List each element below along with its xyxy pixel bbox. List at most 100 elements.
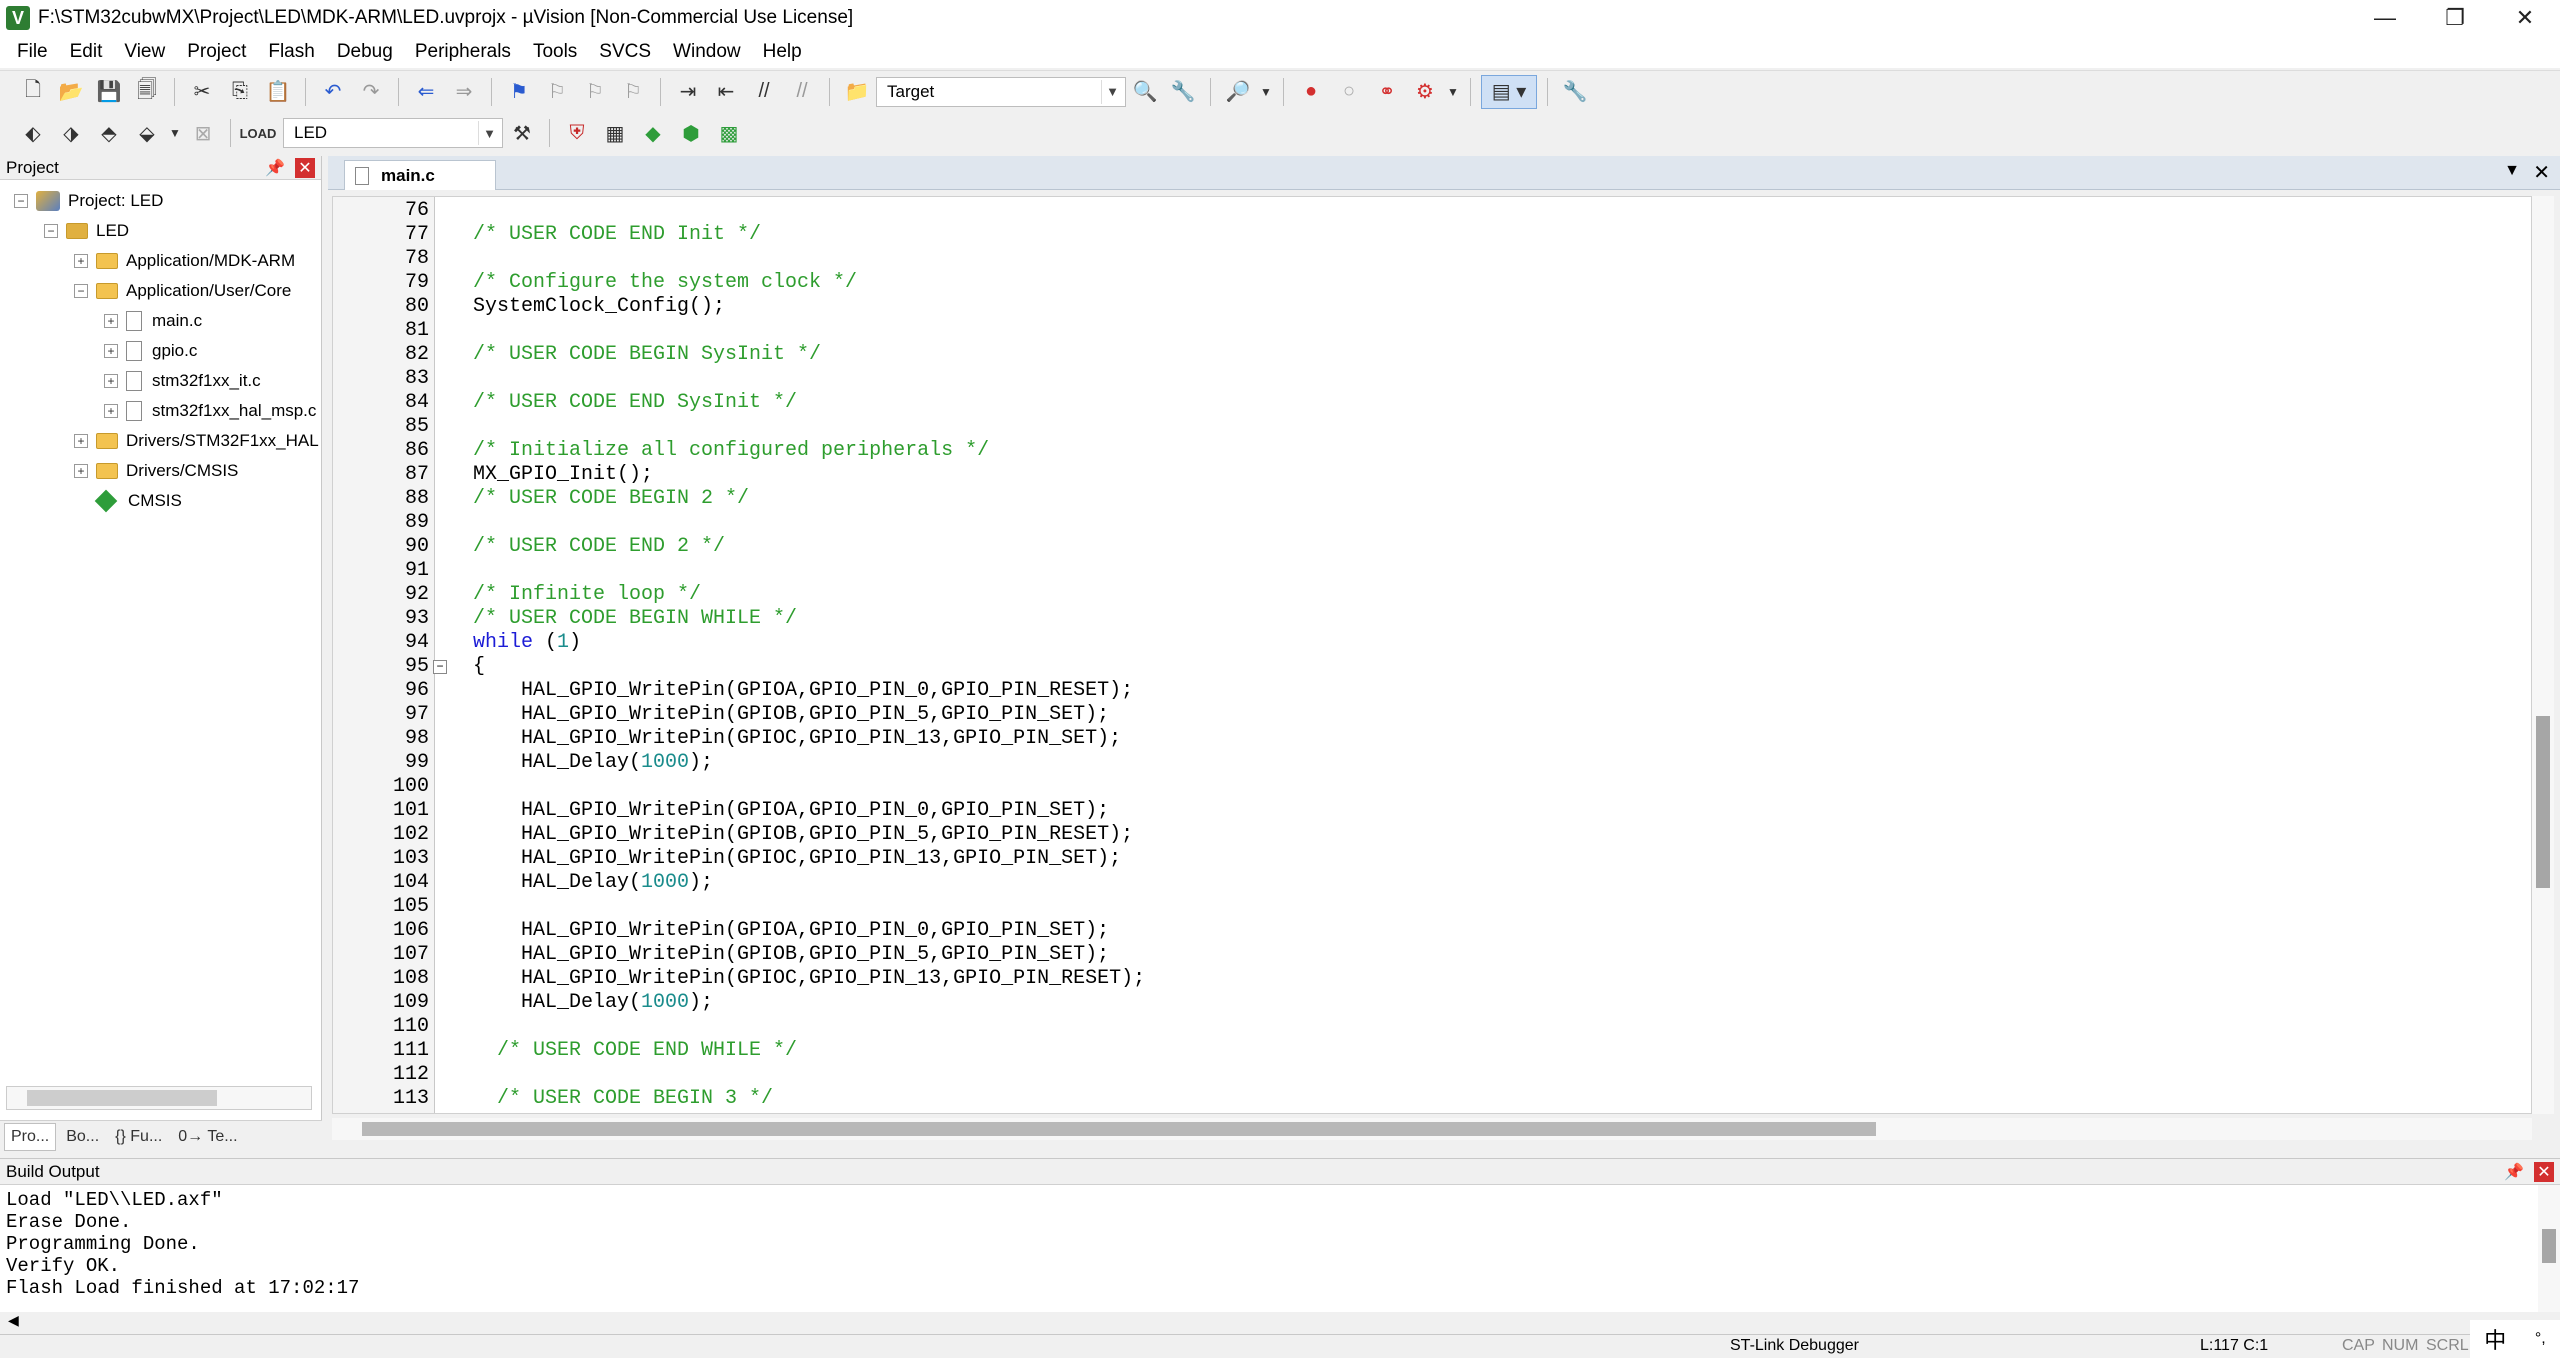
tree-item-file[interactable]: + stm32f1xx_it.c bbox=[104, 366, 261, 396]
translate-icon[interactable]: ⬖ bbox=[16, 116, 50, 150]
copy-icon[interactable]: ⎘ bbox=[223, 75, 257, 109]
code-line[interactable]: 104 HAL_Delay(1000); bbox=[333, 871, 2531, 895]
download-load-icon[interactable]: LOAD bbox=[240, 116, 277, 150]
code-line[interactable]: 87 MX_GPIO_Init(); bbox=[333, 463, 2531, 487]
ime-language[interactable]: 中 bbox=[2484, 1323, 2506, 1355]
menu-peripherals[interactable]: Peripherals bbox=[404, 41, 522, 63]
cut-icon[interactable]: ✂ bbox=[185, 75, 219, 109]
ime-indicator[interactable]: 中 °, bbox=[2470, 1320, 2560, 1358]
open-file-icon[interactable]: 📂 bbox=[54, 75, 88, 109]
scrollbar-thumb[interactable] bbox=[2542, 1229, 2556, 1263]
navigate-back-icon[interactable]: ⇐ bbox=[409, 75, 443, 109]
code-line[interactable]: 90 /* USER CODE END 2 */ bbox=[333, 535, 2531, 559]
minimize-button[interactable]: — bbox=[2350, 0, 2420, 36]
tree-item-file[interactable]: + main.c bbox=[104, 306, 202, 336]
comment-icon[interactable]: // bbox=[747, 75, 781, 109]
code-line[interactable]: 112 bbox=[333, 1063, 2531, 1087]
breakpoint-icon[interactable]: ● bbox=[1294, 75, 1328, 109]
editor-horizontal-scrollbar[interactable] bbox=[332, 1118, 2532, 1140]
menu-project[interactable]: Project bbox=[176, 41, 257, 63]
code-line[interactable]: 80 SystemClock_Config(); bbox=[333, 295, 2531, 319]
menu-file[interactable]: File bbox=[6, 41, 59, 63]
breakpoints-dropdown-icon[interactable]: ▼ bbox=[1446, 75, 1460, 109]
run-time-environment-icon[interactable]: ▩ bbox=[712, 116, 746, 150]
debug-session-icon[interactable]: 🔎 bbox=[1221, 75, 1255, 109]
menu-help[interactable]: Help bbox=[752, 41, 813, 63]
stop-build-icon[interactable]: ⊠ bbox=[186, 116, 220, 150]
tab-main-c[interactable]: main.c bbox=[344, 160, 496, 190]
batch-build-icon[interactable]: ⬙ bbox=[130, 116, 164, 150]
disable-breakpoint-icon[interactable]: ○ bbox=[1332, 75, 1366, 109]
new-file-icon[interactable]: 🗋 bbox=[16, 75, 50, 109]
menu-view[interactable]: View bbox=[113, 41, 176, 63]
pack-installer-icon[interactable]: ⬢ bbox=[674, 116, 708, 150]
menu-tools[interactable]: Tools bbox=[522, 41, 588, 63]
tab-list-dropdown-icon[interactable]: ▼ bbox=[2504, 162, 2520, 180]
tree-item-component[interactable]: CMSIS bbox=[94, 486, 182, 516]
kill-all-breakpoints-icon[interactable]: ⚙ bbox=[1408, 75, 1442, 109]
bookmark-icon[interactable]: ⚑ bbox=[502, 75, 536, 109]
find-icon[interactable]: 🔍 bbox=[1128, 75, 1162, 109]
incremental-find-icon[interactable]: 🔧 bbox=[1166, 75, 1200, 109]
build-output-vertical-scrollbar[interactable] bbox=[2538, 1185, 2560, 1319]
code-line[interactable]: 85 bbox=[333, 415, 2531, 439]
indent-icon[interactable]: ⇥ bbox=[671, 75, 705, 109]
tab-books[interactable]: Bo... bbox=[60, 1123, 105, 1151]
code-editor[interactable]: 76 77 /* USER CODE END Init */ 78 79 /* Confi… bbox=[332, 196, 2532, 1114]
find-combo[interactable]: Target ▼ bbox=[876, 76, 1126, 107]
menu-flash[interactable]: Flash bbox=[257, 41, 325, 63]
collapse-icon[interactable]: − bbox=[14, 194, 28, 208]
tree-item-file[interactable]: + gpio.c bbox=[104, 336, 197, 366]
disable-all-breakpoints-icon[interactable]: ⚭ bbox=[1370, 75, 1404, 109]
debug-dropdown-icon[interactable]: ▼ bbox=[1259, 75, 1273, 109]
expand-icon[interactable]: + bbox=[104, 374, 118, 388]
code-line[interactable]: 79 /* Configure the system clock */ bbox=[333, 271, 2531, 295]
expand-icon[interactable]: + bbox=[104, 344, 118, 358]
code-line[interactable]: 107 HAL_GPIO_WritePin(GPIOB,GPIO_PIN_5,G… bbox=[333, 943, 2531, 967]
code-line[interactable]: 94 while (1) bbox=[333, 631, 2531, 655]
clear-bookmarks-icon[interactable]: ⚐ bbox=[616, 75, 650, 109]
code-line[interactable]: 97 HAL_GPIO_WritePin(GPIOB,GPIO_PIN_5,GP… bbox=[333, 703, 2531, 727]
code-line[interactable]: 108 HAL_GPIO_WritePin(GPIOC,GPIO_PIN_13,… bbox=[333, 967, 2531, 991]
code-line[interactable]: 92 /* Infinite loop */ bbox=[333, 583, 2531, 607]
code-line[interactable]: 113 /* USER CODE BEGIN 3 */ bbox=[333, 1087, 2531, 1111]
menu-svcs[interactable]: SVCS bbox=[588, 41, 662, 63]
code-line[interactable]: 89 bbox=[333, 511, 2531, 535]
redo-icon[interactable]: ↷ bbox=[354, 75, 388, 109]
code-line[interactable]: 76 bbox=[333, 199, 2531, 223]
restore-button[interactable]: ❐ bbox=[2420, 0, 2490, 36]
code-line[interactable]: 98 HAL_GPIO_WritePin(GPIOC,GPIO_PIN_13,G… bbox=[333, 727, 2531, 751]
batch-dropdown-icon[interactable]: ▼ bbox=[168, 116, 182, 150]
menu-debug[interactable]: Debug bbox=[326, 41, 404, 63]
close-tab-icon[interactable]: ✕ bbox=[2533, 160, 2550, 185]
code-line[interactable]: 109 HAL_Delay(1000); bbox=[333, 991, 2531, 1015]
manage-components-icon[interactable]: ▦ bbox=[598, 116, 632, 150]
chevron-down-icon[interactable]: ▼ bbox=[478, 121, 500, 145]
close-button[interactable]: ✕ bbox=[2490, 0, 2560, 36]
menu-window[interactable]: Window bbox=[662, 41, 752, 63]
code-line[interactable]: 83 bbox=[333, 367, 2531, 391]
code-line[interactable]: 96 HAL_GPIO_WritePin(GPIOA,GPIO_PIN_0,GP… bbox=[333, 679, 2531, 703]
window-layout-icon[interactable]: ▤ ▾ bbox=[1481, 74, 1537, 109]
tree-item-file[interactable]: + stm32f1xx_hal_msp.c bbox=[104, 396, 316, 426]
code-line[interactable]: 77 /* USER CODE END Init */ bbox=[333, 223, 2531, 247]
target-options-icon[interactable]: ⚒ bbox=[505, 116, 539, 150]
project-horizontal-scrollbar[interactable] bbox=[6, 1086, 312, 1110]
rebuild-icon[interactable]: ⬘ bbox=[92, 116, 126, 150]
code-line[interactable]: 82 /* USER CODE BEGIN SysInit */ bbox=[333, 343, 2531, 367]
code-line[interactable]: 88 /* USER CODE BEGIN 2 */ bbox=[333, 487, 2531, 511]
chevron-down-icon[interactable]: ▼ bbox=[1101, 79, 1123, 104]
tree-item-folder[interactable]: + Drivers/CMSIS bbox=[74, 456, 238, 486]
scroll-left-icon[interactable]: ◀ bbox=[8, 1312, 19, 1328]
build-output-horizontal-scrollbar[interactable]: ◀ bbox=[0, 1312, 2560, 1330]
tree-item-folder[interactable]: + Drivers/STM32F1xx_HAL bbox=[74, 426, 319, 456]
code-line[interactable]: 99 HAL_Delay(1000); bbox=[333, 751, 2531, 775]
code-line[interactable]: 91 bbox=[333, 559, 2531, 583]
expand-icon[interactable]: + bbox=[74, 434, 88, 448]
file-extensions-icon[interactable]: ⛨ bbox=[560, 116, 594, 150]
code-line[interactable]: 102 HAL_GPIO_WritePin(GPIOB,GPIO_PIN_5,G… bbox=[333, 823, 2531, 847]
code-line[interactable]: 86 /* Initialize all configured periphera… bbox=[333, 439, 2531, 463]
menu-edit[interactable]: Edit bbox=[59, 41, 114, 63]
code-line[interactable]: 111 /* USER CODE END WHILE */ bbox=[333, 1039, 2531, 1063]
pin-icon[interactable]: 📌 bbox=[265, 158, 285, 178]
